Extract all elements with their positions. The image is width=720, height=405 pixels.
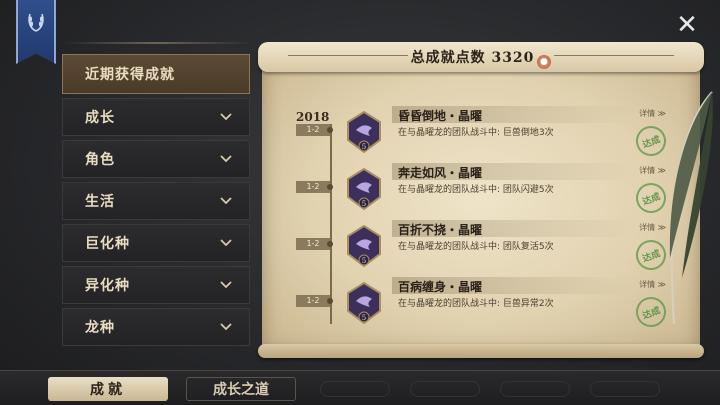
chevron-down-icon (219, 152, 233, 166)
details-label: 详情 (639, 166, 656, 175)
badge-number: 5 (362, 257, 366, 265)
total-points-label: 总成就点数 3320 (410, 50, 535, 66)
total-points: 总成就点数 3320 ● (258, 47, 704, 69)
sidebar-item-label: 角色 (85, 152, 115, 168)
category-sidebar: 近期获得成就 成长 角色 生活 巨化种 异化种 龙种 (62, 54, 250, 350)
close-icon[interactable]: ✕ (672, 10, 702, 40)
badge-number: 5 (362, 314, 366, 322)
achievement-title: 奔走如风・晶曜 (398, 166, 483, 180)
sidebar-item-label: 异化种 (85, 278, 130, 294)
tab-achievement[interactable]: 成就 (48, 377, 168, 401)
timeline-dot (327, 184, 333, 190)
chevron-down-icon (219, 236, 233, 250)
achievement-title: 百折不挠・晶曜 (398, 223, 483, 237)
laurel-banner-icon (16, 0, 56, 64)
achievement-entry[interactable]: 1-2 5 奔走如风・晶曜 在与晶曜龙的团队战斗中: 团队闪避5次 详情 ≫ 达… (292, 163, 692, 218)
sidebar-item-growth[interactable]: 成长 (62, 98, 250, 136)
sidebar-item-label: 生活 (85, 194, 115, 210)
points-coin-icon: ● (537, 55, 552, 69)
sidebar-item-mutant[interactable]: 异化种 (62, 266, 250, 304)
achievement-scroll: 总成就点数 3320 ● 2018 1-2 5 昏昏倒地・晶曜 在与晶曜龙的团队战… (258, 42, 704, 358)
tab-growth-path[interactable]: 成长之道 (186, 377, 296, 401)
scroll-header: 总成就点数 3320 ● (258, 42, 704, 72)
chevron-down-icon (219, 110, 233, 124)
timeline-dot (327, 298, 333, 304)
bar-ornament (320, 381, 390, 397)
timeline-dot (327, 241, 333, 247)
timeline-dot (327, 127, 333, 133)
details-label: 详情 (639, 280, 656, 289)
scroll-footer (258, 344, 704, 358)
achievement-badge-icon: 5 (344, 281, 384, 325)
sidebar-item-label: 近期获得成就 (85, 67, 175, 83)
achievement-badge-icon: 5 (344, 167, 384, 211)
sidebar-item-label: 龙种 (85, 320, 115, 336)
sidebar-item-label: 成长 (85, 110, 115, 126)
entry-date: 1-2 (296, 124, 330, 136)
details-label: 详情 (639, 223, 656, 232)
achievement-desc: 在与晶曜龙的团队战斗中: 团队复活5次 (398, 242, 554, 252)
achievement-entry[interactable]: 1-2 5 百病缠身・晶曜 在与晶曜龙的团队战斗中: 巨兽异常2次 详情 ≫ 达… (292, 277, 692, 332)
chevron-down-icon (219, 320, 233, 334)
badge-number: 5 (362, 200, 366, 208)
achievement-desc: 在与晶曜龙的团队战斗中: 巨兽倒地3次 (398, 128, 554, 138)
sidebar-item-giant[interactable]: 巨化种 (62, 224, 250, 262)
sidebar-item-dragon[interactable]: 龙种 (62, 308, 250, 346)
achievement-badge-icon: 5 (344, 110, 384, 154)
achievement-badge-icon: 5 (344, 224, 384, 268)
entry-date: 1-2 (296, 238, 330, 250)
entry-date: 1-2 (296, 181, 330, 193)
chevron-down-icon (219, 278, 233, 292)
chevron-down-icon (219, 194, 233, 208)
divider (62, 42, 252, 44)
achievement-desc: 在与晶曜龙的团队战斗中: 团队闪避5次 (398, 185, 554, 195)
quill-feather-icon (660, 88, 720, 328)
bar-ornament (590, 381, 660, 397)
achievement-entry[interactable]: 1-2 5 昏昏倒地・晶曜 在与晶曜龙的团队战斗中: 巨兽倒地3次 详情 ≫ 达… (292, 106, 692, 161)
achievement-entry[interactable]: 1-2 5 百折不挠・晶曜 在与晶曜龙的团队战斗中: 团队复活5次 详情 ≫ 达… (292, 220, 692, 275)
sidebar-item-recent[interactable]: 近期获得成就 (62, 54, 250, 94)
bar-ornament (500, 381, 570, 397)
entry-date: 1-2 (296, 295, 330, 307)
sidebar-item-character[interactable]: 角色 (62, 140, 250, 178)
bar-ornament (410, 381, 480, 397)
achievement-title: 昏昏倒地・晶曜 (398, 109, 483, 123)
details-label: 详情 (639, 109, 656, 118)
achievement-desc: 在与晶曜龙的团队战斗中: 巨兽异常2次 (398, 299, 554, 309)
badge-number: 5 (362, 143, 366, 151)
sidebar-item-life[interactable]: 生活 (62, 182, 250, 220)
achievement-title: 百病缠身・晶曜 (398, 280, 483, 294)
sidebar-item-label: 巨化种 (85, 236, 130, 252)
bottom-tab-bar: 成就 成长之道 (0, 370, 720, 405)
